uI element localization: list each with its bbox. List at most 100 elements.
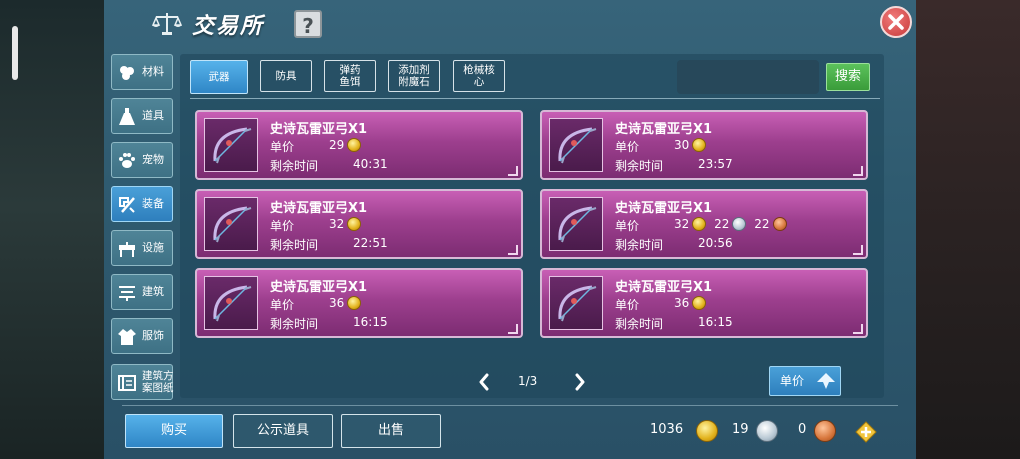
exchange-window: 交易所 ? 材料 道具 宠物 装备 设施 建筑 服饰 建筑方 案图纸 武器 防具… <box>104 0 916 459</box>
time-left-value: 23:57 <box>698 157 733 171</box>
bow-icon <box>549 197 603 251</box>
bronze-coin-icon <box>814 420 836 442</box>
next-page-icon[interactable] <box>572 372 588 392</box>
listing-card[interactable]: 史诗瓦雷亚弓X1 单价 剩余时间 36 16:15 <box>540 268 868 338</box>
sort-by-price-button[interactable]: 单价 <box>769 366 841 396</box>
corner-marker <box>853 166 863 176</box>
listing-card[interactable]: 史诗瓦雷亚弓X1 单价 剩余时间 36 16:15 <box>195 268 523 338</box>
game-world-background-right <box>916 0 1020 459</box>
listing-card[interactable]: 史诗瓦雷亚弓X1 单价 剩余时间 32 22 22 20:56 <box>540 189 868 259</box>
category-label: 道具 <box>142 109 164 122</box>
potion-icon <box>119 108 135 125</box>
gold-coin-icon <box>696 420 718 442</box>
time-left-value: 16:15 <box>698 315 733 329</box>
tab-divider <box>190 98 880 99</box>
time-left-label: 剩余时间 <box>270 317 319 331</box>
window-title: 交易所 <box>192 14 265 39</box>
price-value: 29 <box>329 138 362 152</box>
subtab-ammo-bait[interactable]: 弹药 鱼饵 <box>324 60 376 92</box>
bronze-balance: 0 <box>798 420 838 442</box>
gold-coin-icon <box>347 296 362 310</box>
time-left-label: 剩余时间 <box>615 317 664 331</box>
corner-marker <box>853 245 863 255</box>
corner-marker <box>508 245 518 255</box>
category-label: 服饰 <box>142 329 164 342</box>
category-label: 宠物 <box>142 153 164 166</box>
time-left-value: 40:31 <box>353 157 388 171</box>
gold-coin-icon <box>692 217 707 231</box>
price-label: 单价 <box>270 298 295 312</box>
gold-coin-icon <box>692 296 707 310</box>
time-left-value: 20:56 <box>698 236 733 250</box>
sort-label: 单价 <box>780 374 805 388</box>
listing-card[interactable]: 史诗瓦雷亚弓X1 单价 剩余时间 29 40:31 <box>195 110 523 180</box>
facility-icon <box>119 242 135 257</box>
price-value: 32 <box>329 217 362 231</box>
time-left-label: 剩余时间 <box>615 159 664 173</box>
listing-card[interactable]: 史诗瓦雷亚弓X1 单价 剩余时间 32 22:51 <box>195 189 523 259</box>
silver-coin-icon <box>756 420 778 442</box>
time-left-value: 16:15 <box>353 315 388 329</box>
category-buildings[interactable]: 建筑 <box>111 274 173 310</box>
price-label: 单价 <box>270 219 295 233</box>
search-button[interactable]: 搜索 <box>826 63 870 91</box>
price-value: 32 22 22 <box>674 217 787 231</box>
category-blueprints[interactable]: 建筑方 案图纸 <box>111 364 174 400</box>
sell-button[interactable]: 出售 <box>341 414 441 448</box>
gold-balance: 1036 <box>650 420 720 442</box>
subtab-weapons[interactable]: 武器 <box>190 60 248 94</box>
bow-icon <box>549 276 603 330</box>
title-bar: 交易所 ? <box>104 0 916 46</box>
gold-coin-icon <box>347 138 362 152</box>
bottom-divider <box>122 405 898 406</box>
category-clothing[interactable]: 服饰 <box>111 318 173 354</box>
category-label: 建筑方 案图纸 <box>142 370 174 394</box>
public-items-button[interactable]: 公示道具 <box>233 414 333 448</box>
gold-coin-icon <box>692 138 707 152</box>
corner-marker <box>508 166 518 176</box>
category-facilities[interactable]: 设施 <box>111 230 173 266</box>
category-items[interactable]: 道具 <box>111 98 173 134</box>
help-button[interactable]: ? <box>294 10 322 38</box>
category-pets[interactable]: 宠物 <box>111 142 173 178</box>
clothing-icon <box>118 329 136 345</box>
time-left-value: 22:51 <box>353 236 388 250</box>
price-value: 36 <box>674 296 707 310</box>
search-input[interactable] <box>677 60 819 94</box>
scale-icon <box>152 13 182 35</box>
bronze-coin-icon <box>772 217 787 231</box>
silver-balance: 19 <box>732 420 782 442</box>
subtab-additives-enchant[interactable]: 添加剂 附魔石 <box>388 60 440 92</box>
silver-coin-icon <box>732 217 747 231</box>
subtab-armor[interactable]: 防具 <box>260 60 312 92</box>
item-name: 史诗瓦雷亚弓X1 <box>615 201 713 216</box>
equipment-icon <box>119 197 135 213</box>
buy-button[interactable]: 购买 <box>125 414 223 448</box>
bow-icon <box>204 276 258 330</box>
close-icon <box>888 14 904 30</box>
time-left-label: 剩余时间 <box>270 159 319 173</box>
page-indicator: 1/3 <box>518 374 538 388</box>
add-currency-icon[interactable] <box>855 421 877 443</box>
time-left-label: 剩余时间 <box>270 238 319 252</box>
listing-card[interactable]: 史诗瓦雷亚弓X1 单价 剩余时间 30 23:57 <box>540 110 868 180</box>
category-equipment[interactable]: 装备 <box>111 186 173 222</box>
corner-marker <box>853 324 863 334</box>
category-label: 设施 <box>142 241 164 254</box>
price-label: 单价 <box>615 219 640 233</box>
item-name: 史诗瓦雷亚弓X1 <box>270 280 368 295</box>
bow-icon <box>204 118 258 172</box>
subtab-gun-core[interactable]: 枪械核 心 <box>453 60 505 92</box>
price-value: 36 <box>329 296 362 310</box>
category-label: 装备 <box>142 197 164 210</box>
sort-order-icon <box>817 373 835 389</box>
side-drawer-handle[interactable] <box>12 26 18 80</box>
category-materials[interactable]: 材料 <box>111 54 173 90</box>
materials-icon <box>120 66 134 80</box>
corner-marker <box>508 324 518 334</box>
previous-page-icon[interactable] <box>476 372 492 392</box>
category-label: 建筑 <box>142 285 164 298</box>
item-name: 史诗瓦雷亚弓X1 <box>615 122 713 137</box>
close-button[interactable] <box>880 6 912 38</box>
price-value: 30 <box>674 138 707 152</box>
